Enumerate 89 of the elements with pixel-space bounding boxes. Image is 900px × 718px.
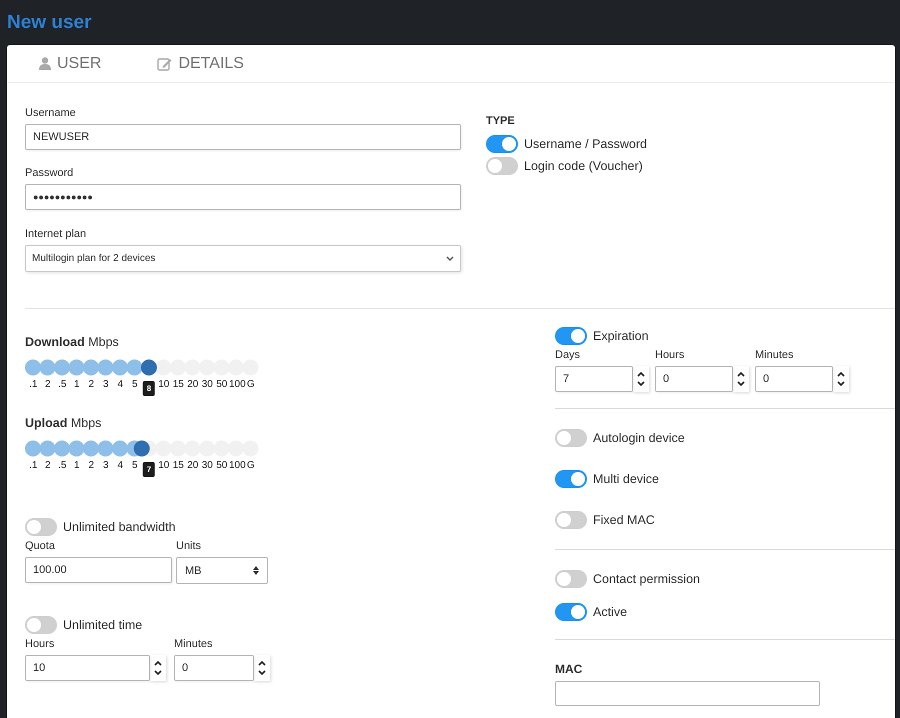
tick-label: 100 bbox=[229, 460, 244, 471]
field-label: Password bbox=[25, 167, 74, 179]
field-label: Hours bbox=[25, 638, 56, 650]
toggle-switch[interactable] bbox=[555, 327, 587, 345]
username-field[interactable]: NEWUSER bbox=[25, 124, 461, 150]
tick-label: 30 bbox=[200, 460, 214, 471]
tick-label: 2 bbox=[44, 460, 52, 471]
tick-label: 50 bbox=[215, 460, 228, 471]
tick-label: 3 bbox=[102, 379, 110, 390]
toggle-switch[interactable] bbox=[555, 570, 587, 588]
tick-label: .5 bbox=[57, 460, 68, 471]
tick-label: 5 bbox=[130, 460, 139, 471]
slider-title: Download Mbps bbox=[25, 335, 120, 349]
tick-label: 2 bbox=[87, 460, 96, 471]
tab[interactable]: USER bbox=[39, 54, 102, 72]
up-down-chevron-icon bbox=[737, 371, 745, 387]
up-down-chevron-icon bbox=[154, 660, 162, 676]
tick-label: 1 bbox=[72, 460, 81, 471]
number-field[interactable]: 0 bbox=[755, 366, 833, 392]
user-icon bbox=[39, 57, 51, 70]
toggle-label: Contact permission bbox=[593, 572, 700, 586]
field-label: MAC bbox=[555, 662, 584, 676]
field-label: Minutes bbox=[755, 349, 795, 361]
field-label: Quota bbox=[25, 540, 56, 552]
tick-label: .1 bbox=[28, 460, 38, 471]
tick-label: 10 bbox=[157, 379, 170, 390]
tick-label: G bbox=[246, 460, 256, 471]
page-title: New user bbox=[7, 12, 92, 34]
slider-title: Upload Mbps bbox=[25, 416, 102, 430]
tick-label: 5 bbox=[130, 379, 139, 390]
toggle-label: Active bbox=[593, 605, 628, 619]
number-field[interactable]: 10 bbox=[25, 655, 150, 681]
up-down-chevron-icon bbox=[258, 660, 266, 676]
tick-label: 50 bbox=[215, 379, 228, 390]
toggle-label: Multi device bbox=[593, 472, 659, 486]
field-label: Units bbox=[176, 540, 202, 552]
toggle-label: Unlimited time bbox=[63, 618, 142, 632]
tab[interactable]: DETAILS bbox=[157, 54, 244, 72]
field-label: Days bbox=[555, 349, 582, 361]
up-down-chevron-icon bbox=[637, 371, 645, 387]
tick-label: 2 bbox=[87, 379, 96, 390]
toggle-switch[interactable] bbox=[555, 511, 587, 529]
tick-label: 4 bbox=[116, 460, 124, 471]
edit-icon bbox=[157, 56, 172, 70]
tick-label: 4 bbox=[116, 379, 124, 390]
toggle-label: Login code (Voucher) bbox=[524, 159, 643, 173]
field-label: Internet plan bbox=[25, 228, 88, 240]
toggle-switch[interactable] bbox=[486, 135, 518, 153]
section-title: TYPE bbox=[486, 115, 516, 127]
tick-label: 30 bbox=[200, 379, 214, 390]
value-tooltip: 8 bbox=[142, 381, 156, 396]
toggle-switch[interactable] bbox=[25, 616, 57, 634]
value-tooltip: 7 bbox=[142, 462, 156, 477]
plan-dropdown[interactable]: Multilogin plan for 2 devices bbox=[25, 245, 461, 272]
toggle-switch[interactable] bbox=[486, 157, 518, 175]
tick-label: 1 bbox=[72, 379, 81, 390]
tick-label: 15 bbox=[172, 379, 185, 390]
tick-label: .1 bbox=[28, 379, 38, 390]
tick-label: 15 bbox=[172, 460, 185, 471]
number-field[interactable]: 0 bbox=[655, 366, 733, 392]
up-down-chevron-icon bbox=[837, 371, 845, 387]
toggle-switch[interactable] bbox=[555, 603, 587, 621]
toggle-switch[interactable] bbox=[555, 429, 587, 447]
toggle-label: Username / Password bbox=[524, 137, 647, 151]
password-field[interactable]: ●●●●●●●●●●● bbox=[25, 184, 461, 210]
quota-field[interactable]: 100.00 bbox=[25, 557, 172, 583]
number-field[interactable]: 7 bbox=[555, 366, 633, 392]
toggle-switch[interactable] bbox=[25, 518, 57, 536]
toggle-label: Expiration bbox=[593, 329, 649, 343]
tick-label: 2 bbox=[44, 379, 52, 390]
toggle-label: Autologin device bbox=[593, 431, 685, 445]
tick-label: G bbox=[246, 379, 256, 390]
tick-label: 20 bbox=[186, 460, 200, 471]
field-label: Hours bbox=[655, 349, 686, 361]
toggle-label: Unlimited bandwidth bbox=[63, 520, 176, 534]
toggle-label: Fixed MAC bbox=[593, 513, 655, 527]
field-label: Minutes bbox=[174, 638, 214, 650]
sort-icon bbox=[253, 566, 259, 575]
tick-label: .5 bbox=[57, 379, 68, 390]
mac-field[interactable] bbox=[555, 681, 820, 706]
tick-label: 10 bbox=[157, 460, 170, 471]
chevron-down-icon bbox=[446, 256, 454, 262]
toggle-switch[interactable] bbox=[555, 470, 587, 488]
tick-label: 100 bbox=[229, 379, 244, 390]
units-dropdown[interactable]: MB bbox=[176, 557, 268, 584]
field-label: Username bbox=[25, 107, 77, 119]
number-field[interactable]: 0 bbox=[174, 655, 254, 681]
tick-label: 3 bbox=[102, 460, 110, 471]
tick-label: 20 bbox=[186, 379, 200, 390]
